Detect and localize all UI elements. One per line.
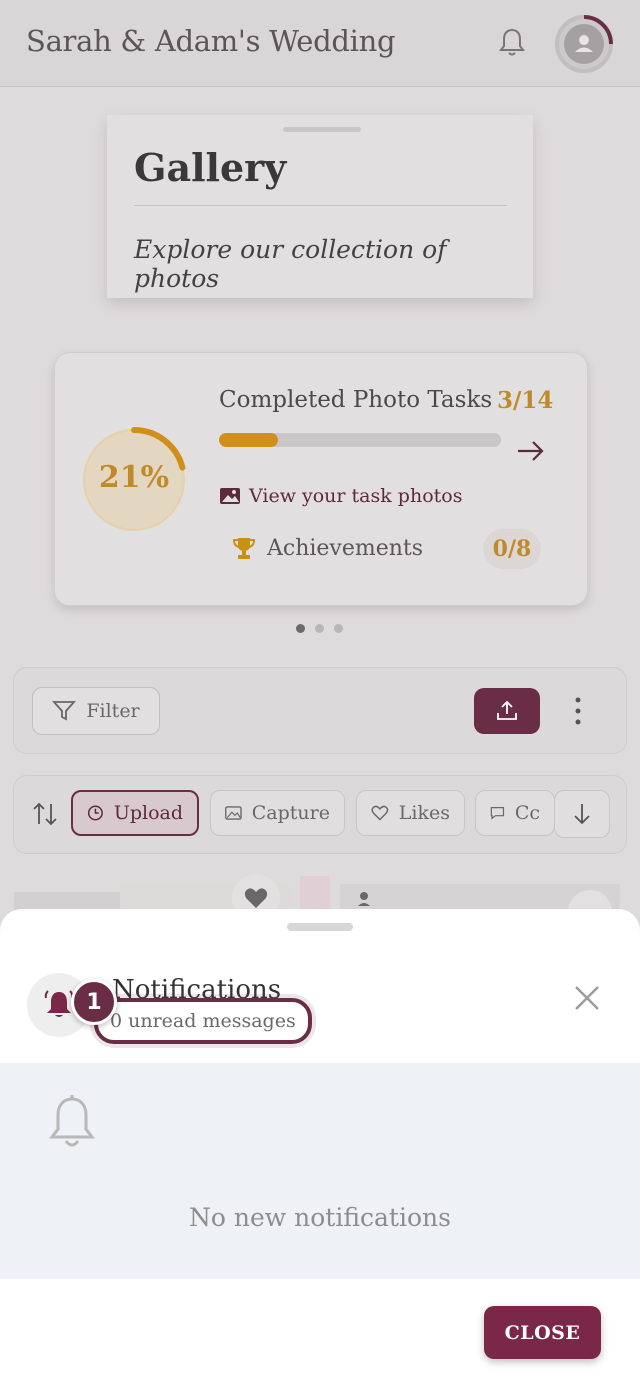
achievements-label: Achievements bbox=[267, 535, 424, 561]
achievements-row[interactable]: Achievements bbox=[231, 535, 423, 561]
carousel-dots bbox=[296, 624, 343, 633]
sort-bar: Upload Capture Likes Cc bbox=[13, 775, 627, 854]
gallery-header-card: Gallery Explore our collection of photos bbox=[107, 115, 533, 298]
achievements-count: 0/8 bbox=[483, 529, 541, 569]
app-title: Sarah & Adam's Wedding bbox=[26, 24, 396, 58]
image-icon bbox=[225, 806, 242, 820]
tasks-progress-fill bbox=[219, 433, 279, 447]
sort-chip-upload[interactable]: Upload bbox=[71, 790, 199, 836]
gallery-toolbar: Filter bbox=[13, 667, 627, 754]
user-icon bbox=[579, 35, 589, 45]
close-button[interactable]: CLOSE bbox=[484, 1306, 601, 1359]
app-header: Sarah & Adam's Wedding bbox=[0, 0, 640, 87]
profile-avatar[interactable] bbox=[553, 13, 615, 75]
bell-outline-icon bbox=[49, 1095, 95, 1147]
user-icon bbox=[360, 892, 368, 900]
chip-label: Upload bbox=[113, 802, 183, 824]
chip-label: Likes bbox=[398, 802, 450, 824]
sort-direction-button[interactable] bbox=[554, 790, 610, 838]
arrow-right-icon[interactable] bbox=[515, 437, 547, 465]
notifications-empty-state: No new notifications bbox=[0, 1063, 640, 1279]
sheet-grip[interactable] bbox=[287, 923, 353, 931]
filter-label: Filter bbox=[86, 700, 140, 722]
tasks-count: 3/14 bbox=[497, 387, 554, 414]
upload-button[interactable] bbox=[474, 688, 540, 734]
carousel-dot[interactable] bbox=[315, 624, 324, 633]
carousel-dot[interactable] bbox=[296, 624, 305, 633]
chip-label: Capture bbox=[251, 802, 330, 824]
notifications-sheet: Notifications 0 unread messages 1 No new… bbox=[0, 909, 640, 1385]
card-grip bbox=[283, 127, 361, 132]
clock-icon bbox=[87, 805, 103, 821]
carousel-dot[interactable] bbox=[334, 624, 343, 633]
bell-icon[interactable] bbox=[494, 24, 530, 60]
sort-chip-comments[interactable]: Cc bbox=[475, 790, 555, 836]
trophy-icon bbox=[232, 538, 256, 559]
photo-tasks-card[interactable]: 21% Completed Photo Tasks 3/14 View your… bbox=[54, 352, 588, 606]
arrow-down-icon bbox=[574, 804, 590, 825]
view-task-photos-link[interactable]: View your task photos bbox=[219, 485, 462, 507]
tasks-progress-bar bbox=[219, 433, 501, 447]
empty-message: No new notifications bbox=[189, 1203, 451, 1232]
filter-icon bbox=[52, 701, 77, 721]
comment-icon bbox=[490, 807, 505, 820]
page-subtitle: Explore our collection of photos bbox=[134, 235, 447, 293]
progress-percent: 21% bbox=[98, 460, 170, 495]
filter-button[interactable]: Filter bbox=[32, 687, 160, 735]
image-icon bbox=[220, 488, 240, 504]
avatar-progress-ring bbox=[555, 15, 613, 73]
sort-icon[interactable] bbox=[32, 800, 58, 828]
step-badge: 1 bbox=[71, 979, 117, 1025]
close-icon[interactable] bbox=[570, 981, 604, 1015]
sort-chip-capture[interactable]: Capture bbox=[210, 790, 345, 836]
heart-icon bbox=[371, 805, 389, 821]
view-photos-label: View your task photos bbox=[249, 485, 463, 507]
unread-count: 0 unread messages bbox=[94, 998, 312, 1044]
page-title: Gallery bbox=[134, 145, 287, 190]
tasks-title: Completed Photo Tasks bbox=[219, 387, 493, 413]
chip-label: Cc bbox=[514, 802, 540, 824]
more-vertical-icon[interactable] bbox=[570, 694, 586, 728]
sort-chip-likes[interactable]: Likes bbox=[356, 790, 465, 836]
upload-icon bbox=[497, 700, 517, 720]
divider bbox=[134, 205, 507, 206]
